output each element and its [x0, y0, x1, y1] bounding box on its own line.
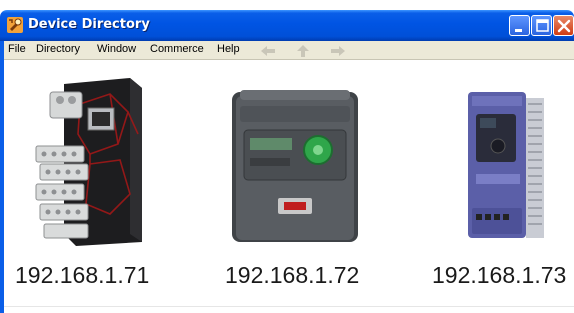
din-rail-controller-image: [35, 78, 142, 246]
maximize-icon: [536, 19, 549, 32]
menu-bar: File Directory Window Commerce Help: [4, 41, 574, 60]
device-item[interactable]: [30, 74, 146, 246]
maximize-button[interactable]: [531, 15, 552, 36]
minimize-button[interactable]: [509, 15, 530, 36]
close-button[interactable]: [553, 15, 574, 36]
device-directory-window: Device Directory File Directory Window C…: [0, 0, 574, 313]
minimize-icon: [515, 29, 522, 32]
device-list: 192.168.1.71 192.168.1.72 192.168.1.73: [4, 60, 574, 313]
menu-commerce[interactable]: Commerce: [150, 43, 204, 55]
device-ip-label[interactable]: 192.168.1.72: [225, 262, 359, 289]
back-arrow-icon[interactable]: [259, 43, 277, 57]
menu-help[interactable]: Help: [217, 43, 240, 55]
menu-file[interactable]: File: [8, 43, 26, 55]
forward-arrow-icon[interactable]: [329, 43, 347, 57]
device-item[interactable]: [462, 88, 548, 242]
device-ip-label[interactable]: 192.168.1.71: [15, 262, 149, 289]
green-keypad-drive-image: [232, 90, 358, 242]
window-title: Device Directory: [28, 17, 150, 32]
up-arrow-icon[interactable]: [294, 43, 312, 57]
title-bar[interactable]: Device Directory: [0, 10, 574, 41]
menu-directory[interactable]: Directory: [36, 43, 80, 55]
close-icon: [557, 19, 571, 33]
device-ip-label[interactable]: 192.168.1.73: [432, 262, 566, 289]
blue-compact-drive-image: [468, 92, 544, 238]
device-item[interactable]: [230, 86, 360, 242]
wrench-tool-icon: [6, 16, 24, 34]
divider: [4, 306, 574, 307]
menu-window[interactable]: Window: [97, 43, 136, 55]
